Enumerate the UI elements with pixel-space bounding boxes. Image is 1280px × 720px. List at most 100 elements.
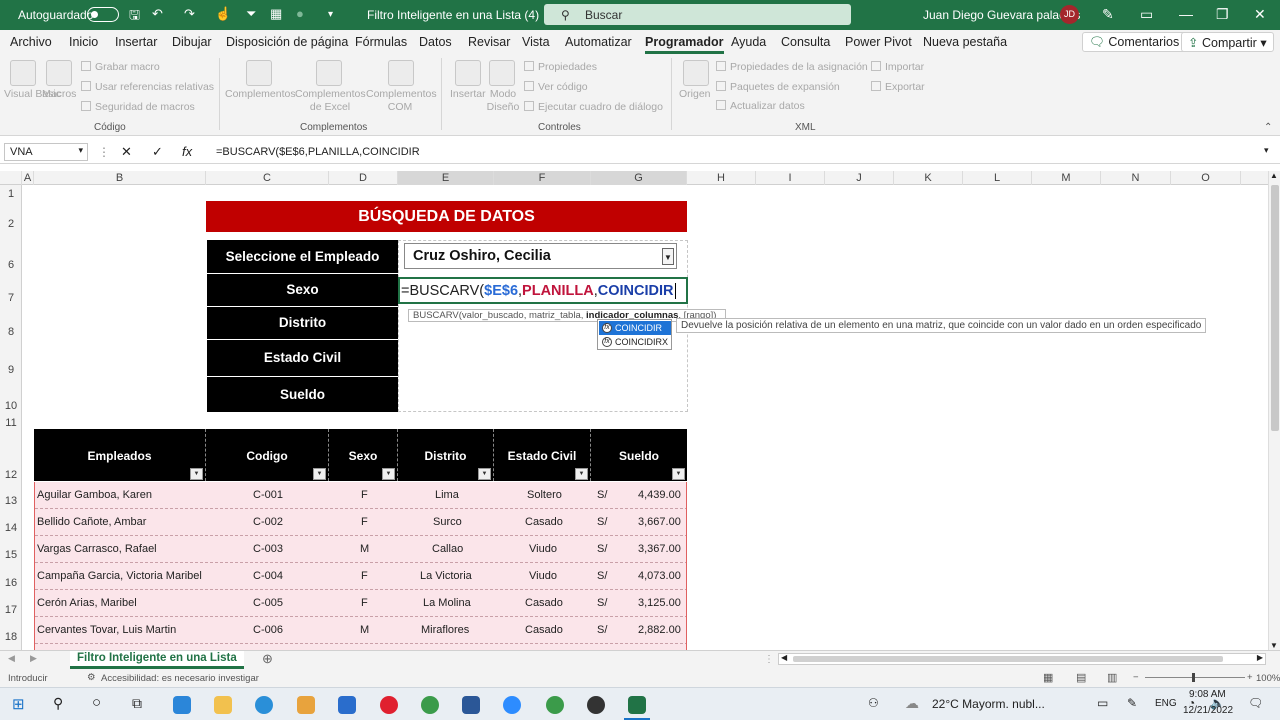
weather-text[interactable]: 22°C Mayorm. nubl... <box>932 697 1045 711</box>
tab-formulas[interactable]: Fórmulas <box>355 35 407 49</box>
referencias-relativas-button[interactable]: Usar referencias relativas <box>81 81 214 93</box>
table-row[interactable]: Bellido Cañote, Ambar C-002 F Surco Casa… <box>35 509 686 536</box>
filter-dropdown-icon[interactable]: ▼ <box>382 468 395 480</box>
prev-sheet-icon[interactable]: ◀ <box>8 653 15 664</box>
column-header[interactable]: D <box>329 171 398 185</box>
ejecutar-dialogo-button[interactable]: Ejecutar cuadro de diálogo <box>524 101 663 113</box>
row-header[interactable]: 17 <box>0 604 22 616</box>
word-icon[interactable] <box>462 696 480 714</box>
header-cell[interactable]: Codigo ▼ <box>206 429 329 481</box>
media-icon[interactable] <box>297 696 315 714</box>
clock-date[interactable]: 12/21/2022 <box>1183 705 1233 716</box>
header-cell[interactable]: Distrito ▼ <box>398 429 494 481</box>
close-icon[interactable]: ✕ <box>1254 6 1266 23</box>
page-break-icon[interactable]: ▥ <box>1107 671 1117 684</box>
formula-editing-cell[interactable]: =BUSCARV($E$6,PLANILLA,COINCIDIR <box>398 277 688 304</box>
add-sheet-icon[interactable]: ⊕ <box>262 651 273 667</box>
tab-automatizar[interactable]: Automatizar <box>565 35 632 49</box>
tab-consulta[interactable]: Consulta <box>781 35 830 49</box>
avatar[interactable]: JD <box>1060 5 1079 24</box>
actualizar-datos-button[interactable]: Actualizar datos <box>716 100 805 112</box>
opera-icon[interactable] <box>380 696 398 714</box>
row-header[interactable]: 2 <box>0 218 22 230</box>
autocomplete-item[interactable]: fx COINCIDIR <box>599 321 671 335</box>
column-header[interactable]: G <box>591 171 687 185</box>
vertical-scrollbar[interactable]: ▲ ▼ <box>1268 171 1280 650</box>
visual-basic-button[interactable]: Visual Basic <box>4 88 61 101</box>
modo-diseno-button[interactable]: Modo Diseño <box>485 88 521 114</box>
row-header[interactable]: 6 <box>0 259 22 271</box>
column-header[interactable]: L <box>963 171 1032 185</box>
seguridad-macros-button[interactable]: Seguridad de macros <box>81 101 195 113</box>
ribbon-display-icon[interactable]: ▭ <box>1140 6 1153 23</box>
autocomplete-item[interactable]: fx COINCIDIRX <box>599 335 671 349</box>
column-header[interactable]: B <box>34 171 206 185</box>
scroll-down-icon[interactable]: ▼ <box>1270 641 1278 650</box>
table-row[interactable]: Aguilar Gamboa, Karen C-001 F Lima Solte… <box>35 482 686 509</box>
zoom-icon[interactable] <box>503 696 521 714</box>
tab-disposicion[interactable]: Disposición de página <box>226 35 348 49</box>
exportar-button[interactable]: Exportar <box>871 81 925 93</box>
filter-dropdown-icon[interactable]: ▼ <box>478 468 491 480</box>
search-icon[interactable]: ⚲ <box>53 695 63 712</box>
tab-archivo[interactable]: Archivo <box>10 35 52 49</box>
propiedades-button[interactable]: Propiedades <box>524 61 597 73</box>
accessibility-icon[interactable]: ⚙ <box>87 672 96 683</box>
tab-nueva-pestana[interactable]: Nueva pestaña <box>923 35 1007 49</box>
windows-start-icon[interactable]: ⊞ <box>12 695 25 713</box>
macros-button[interactable]: Macros <box>42 88 76 101</box>
column-header[interactable]: K <box>894 171 963 185</box>
people-icon[interactable]: ⚇ <box>868 696 879 710</box>
paquetes-expansion-button[interactable]: Paquetes de expansión <box>716 81 840 93</box>
scrollbar-thumb[interactable] <box>793 656 1223 662</box>
cortana-icon[interactable]: ○ <box>92 694 101 711</box>
table-row[interactable]: Campaña Garcia, Victoria Maribel C-004 F… <box>35 563 686 590</box>
propiedades-asignacion-button[interactable]: Propiedades de la asignación <box>716 61 868 73</box>
row-header[interactable]: 1 <box>0 188 22 200</box>
page-layout-icon[interactable]: ▤ <box>1076 671 1086 684</box>
app-l-icon[interactable] <box>173 696 191 714</box>
edge-icon[interactable] <box>255 696 273 714</box>
normal-view-icon[interactable]: ▦ <box>1043 671 1053 684</box>
row-header[interactable]: 8 <box>0 326 22 338</box>
row-header[interactable]: 16 <box>0 577 22 589</box>
complementos-button[interactable]: Complementos <box>225 88 296 101</box>
row-header[interactable]: 12 <box>0 469 22 481</box>
row-header[interactable]: 15 <box>0 549 22 561</box>
file-explorer-icon[interactable] <box>214 696 232 714</box>
scrollbar-thumb[interactable] <box>1271 185 1279 431</box>
task-view-icon[interactable]: ⧉ <box>132 695 142 712</box>
collapse-ribbon-icon[interactable]: ⌃ <box>1264 122 1272 133</box>
header-cell[interactable]: Estado Civil ▼ <box>494 429 591 481</box>
importar-button[interactable]: Importar <box>871 61 924 73</box>
language-indicator[interactable]: ENG <box>1155 698 1177 709</box>
insertar-control-button[interactable]: Insertar <box>450 88 486 101</box>
chevron-down-icon[interactable]: ▼ <box>662 248 674 265</box>
enter-icon[interactable]: ✓ <box>152 144 163 160</box>
tab-ayuda[interactable]: Ayuda <box>731 35 766 49</box>
app-dark-icon[interactable] <box>587 696 605 714</box>
row-header[interactable]: 18 <box>0 631 22 643</box>
header-cell[interactable]: Sueldo ▼ <box>591 429 687 481</box>
insert-function-icon[interactable]: fx <box>182 144 192 159</box>
redo-icon[interactable]: ↷ <box>184 6 195 22</box>
clock-time[interactable]: 9:08 AM <box>1189 689 1226 700</box>
tab-revisar[interactable]: Revisar <box>468 35 510 49</box>
expand-formula-icon[interactable]: ▾ <box>1264 145 1269 156</box>
notifications-icon[interactable]: 🗨 <box>1248 696 1263 710</box>
filter-dropdown-icon[interactable]: ▼ <box>575 468 588 480</box>
select-all-corner[interactable] <box>0 171 22 185</box>
zoom-out-icon[interactable]: − <box>1133 672 1139 683</box>
filter-dropdown-icon[interactable]: ▼ <box>672 468 685 480</box>
pen-icon[interactable]: ✎ <box>1102 6 1114 23</box>
circle-icon[interactable]: ● <box>296 6 304 21</box>
column-header[interactable]: M <box>1032 171 1101 185</box>
column-header[interactable]: E <box>398 171 494 185</box>
chrome-icon[interactable] <box>421 696 439 714</box>
row-header[interactable]: 11 <box>0 417 22 429</box>
tab-power-pivot[interactable]: Power Pivot <box>845 35 912 49</box>
scroll-left-icon[interactable]: ◀ <box>781 653 787 662</box>
mail-icon[interactable] <box>338 696 356 714</box>
row-header[interactable]: 10 <box>0 400 22 412</box>
filter-dropdown-icon[interactable]: ▼ <box>313 468 326 480</box>
